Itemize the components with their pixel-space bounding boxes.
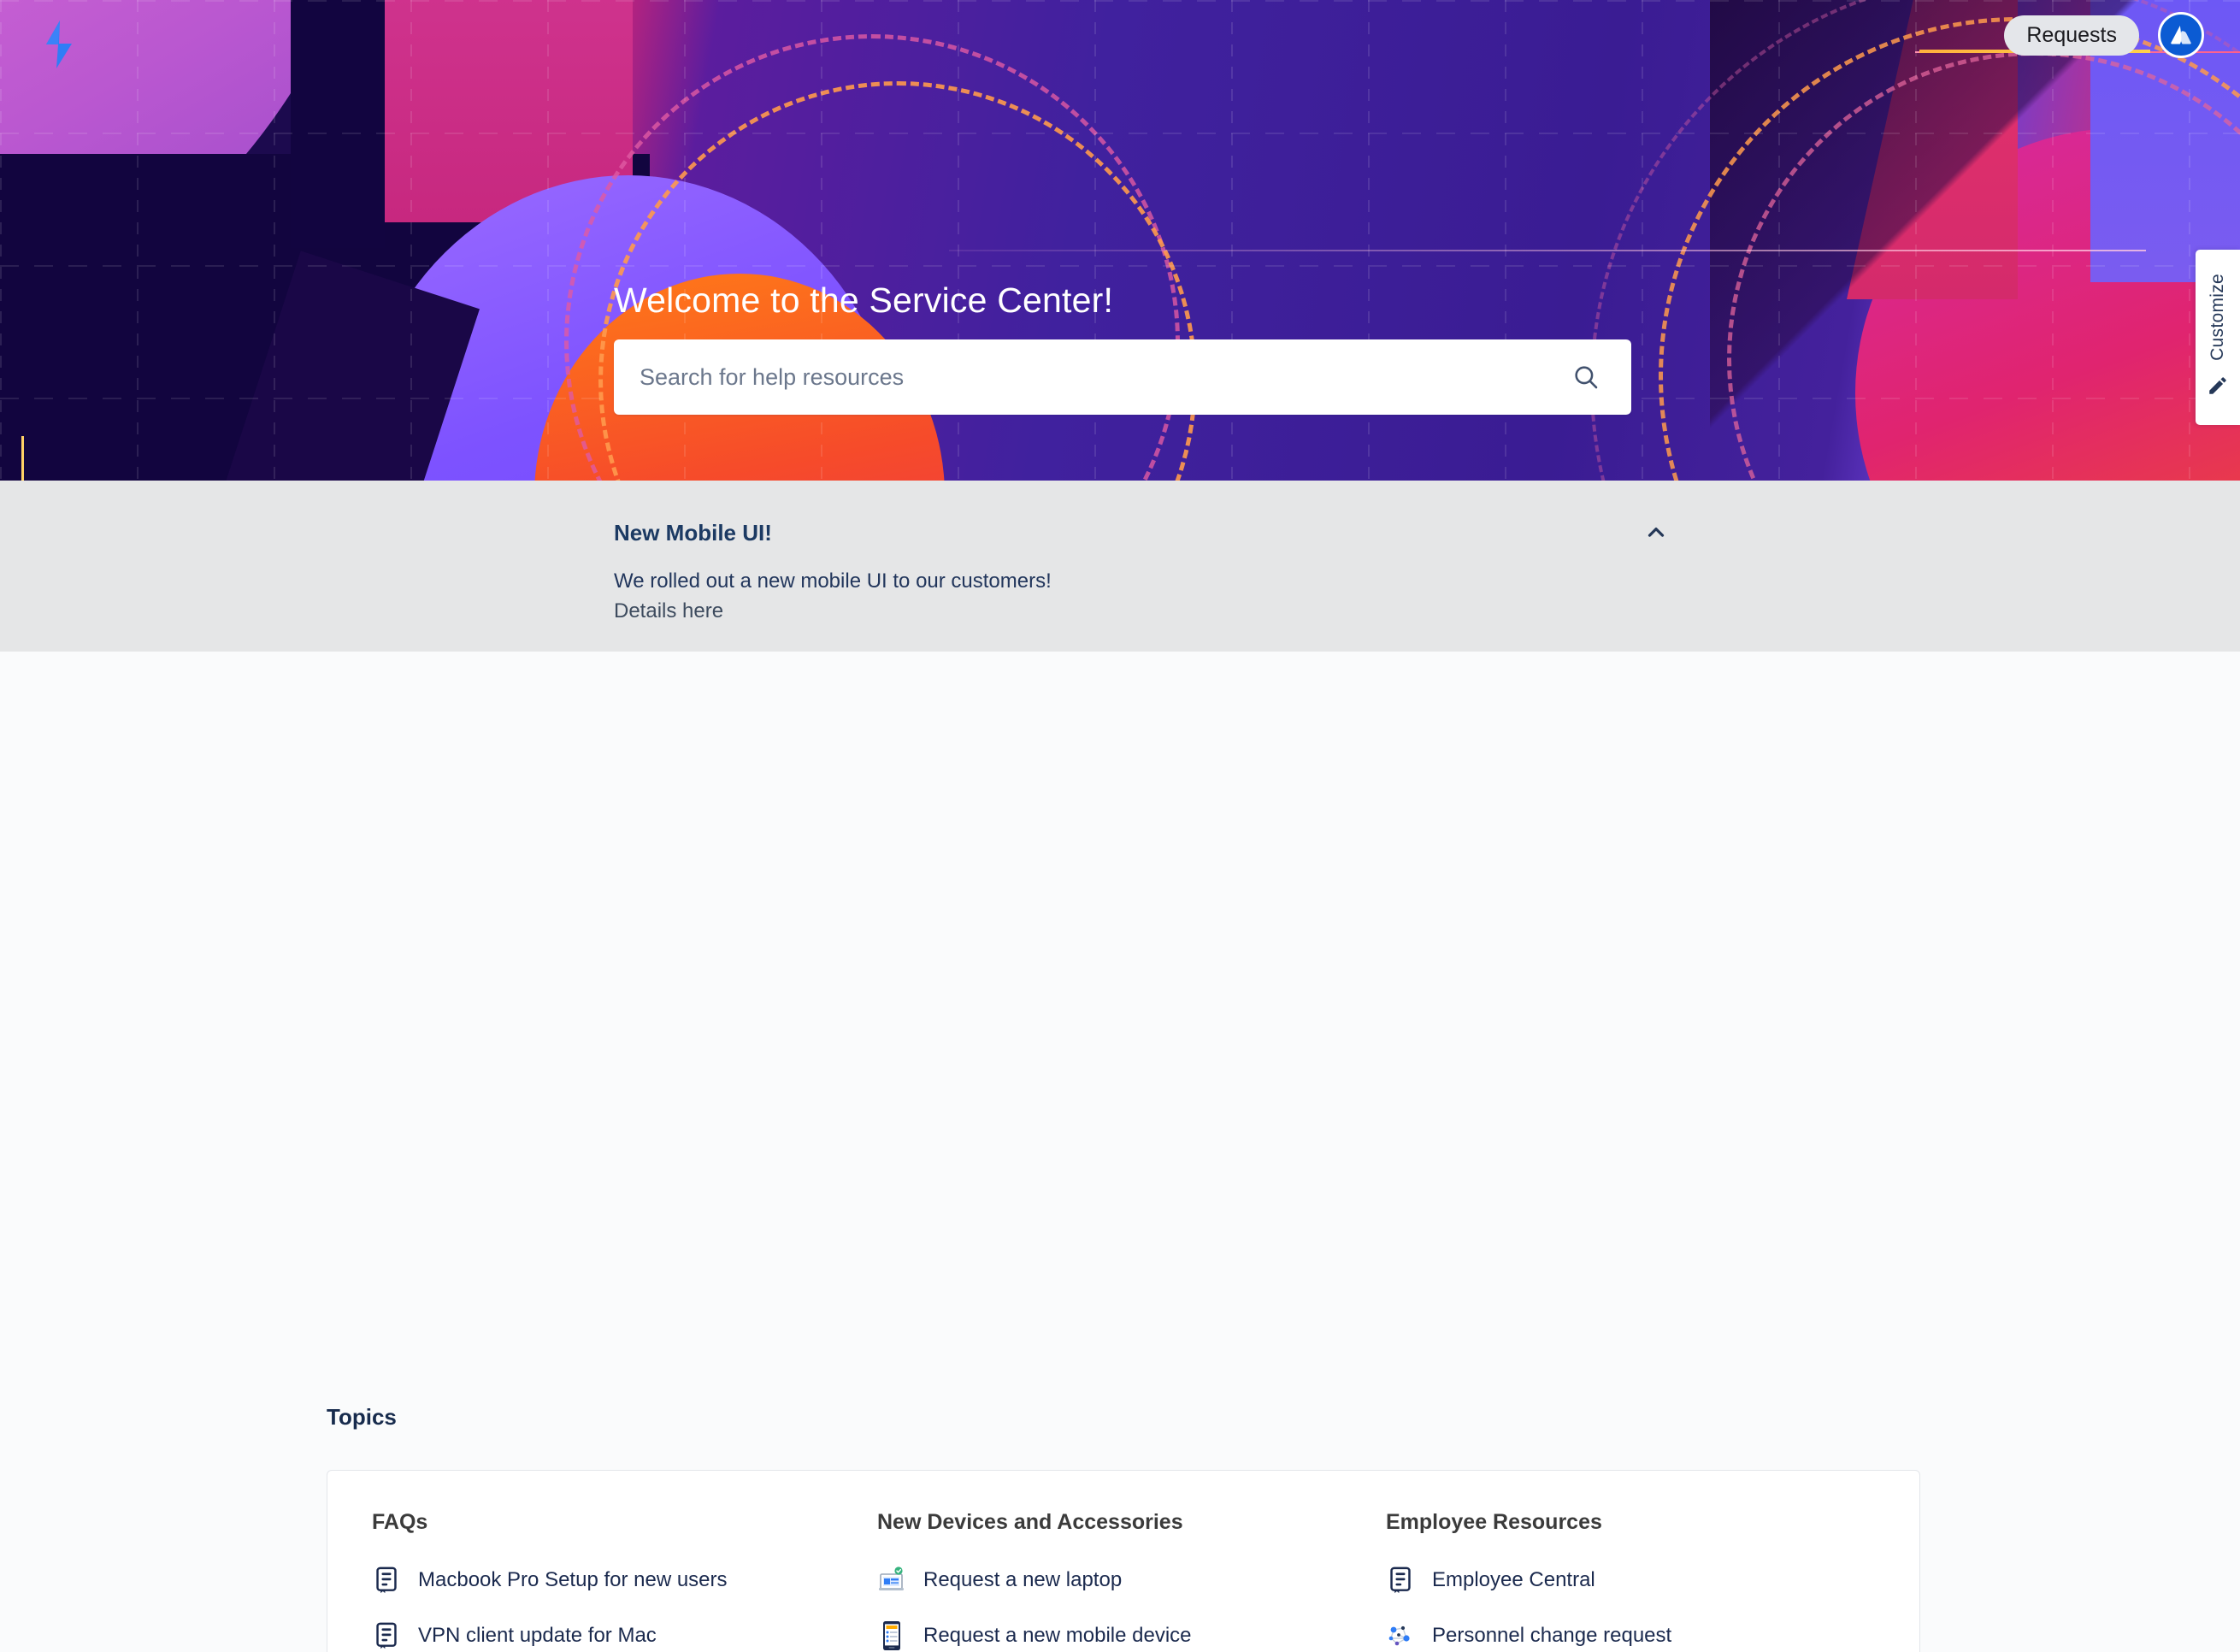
announcement-body: We rolled out a new mobile UI to our cus… <box>614 569 1052 593</box>
topic-link[interactable]: Employee Central <box>1386 1566 1919 1595</box>
pencil-icon <box>2207 375 2229 401</box>
hero-top-right-controls: Requests <box>2004 12 2204 58</box>
customize-label: Customize <box>2208 274 2227 361</box>
knowledge-article-icon <box>1386 1566 1415 1595</box>
search-icon[interactable] <box>1571 363 1631 392</box>
topic-link-label: Employee Central <box>1432 1568 1595 1591</box>
topics-column-new-devices: New Devices and Accessories Request a ne… <box>877 1510 1386 1652</box>
topics-column-title: FAQs <box>372 1510 428 1534</box>
requests-button[interactable]: Requests <box>2004 15 2139 56</box>
hero-banner: Requests Welcome to the Service Center! … <box>0 0 2240 481</box>
topic-link[interactable]: Request a new laptop <box>877 1566 1386 1595</box>
hero-content: Welcome to the Service Center! <box>614 280 1631 415</box>
avatar[interactable] <box>2158 12 2204 58</box>
topics-heading: Topics <box>327 1404 397 1430</box>
topic-link[interactable]: Macbook Pro Setup for new users <box>372 1566 877 1595</box>
knowledge-article-icon <box>372 1566 401 1595</box>
page-title: Welcome to the Service Center! <box>614 280 1114 320</box>
chevron-up-icon[interactable] <box>1643 520 1669 550</box>
topic-link-label: Request a new laptop <box>923 1568 1123 1591</box>
announcement-title: New Mobile UI! <box>614 520 772 546</box>
search-bar[interactable] <box>614 339 1631 415</box>
topic-link-label: Request a new mobile device <box>923 1624 1192 1647</box>
topics-column-faqs: FAQs Macbook Pro Setup for new users VPN… <box>372 1510 877 1652</box>
topic-link-label: VPN client update for Mac <box>418 1624 657 1647</box>
topic-link[interactable]: Request a new mobile device <box>877 1621 1386 1650</box>
laptop-icon <box>877 1566 906 1595</box>
topics-column-title: New Devices and Accessories <box>877 1510 1183 1534</box>
topic-link[interactable]: Personnel change request <box>1386 1621 1919 1650</box>
knowledge-article-icon <box>372 1621 401 1650</box>
jira-service-management-logo-icon[interactable] <box>38 19 79 70</box>
mobile-device-icon <box>877 1621 906 1650</box>
topic-link-label: Macbook Pro Setup for new users <box>418 1568 728 1591</box>
topics-column-employee-resources: Employee Resources Employee Central Pers… <box>1386 1510 1919 1652</box>
topic-link[interactable]: VPN client update for Mac <box>372 1621 877 1650</box>
customize-tab[interactable]: Customize <box>2196 250 2240 425</box>
announcement-link[interactable]: Details here <box>614 597 2240 627</box>
topic-link-label: Personnel change request <box>1432 1624 1672 1647</box>
network-nodes-icon <box>1386 1621 1415 1650</box>
topics-card: FAQs Macbook Pro Setup for new users VPN… <box>327 1470 1920 1652</box>
announcement-banner: New Mobile UI! We rolled out a new mobil… <box>0 481 2240 652</box>
search-input[interactable] <box>614 363 1571 391</box>
topics-column-title: Employee Resources <box>1386 1510 1602 1534</box>
